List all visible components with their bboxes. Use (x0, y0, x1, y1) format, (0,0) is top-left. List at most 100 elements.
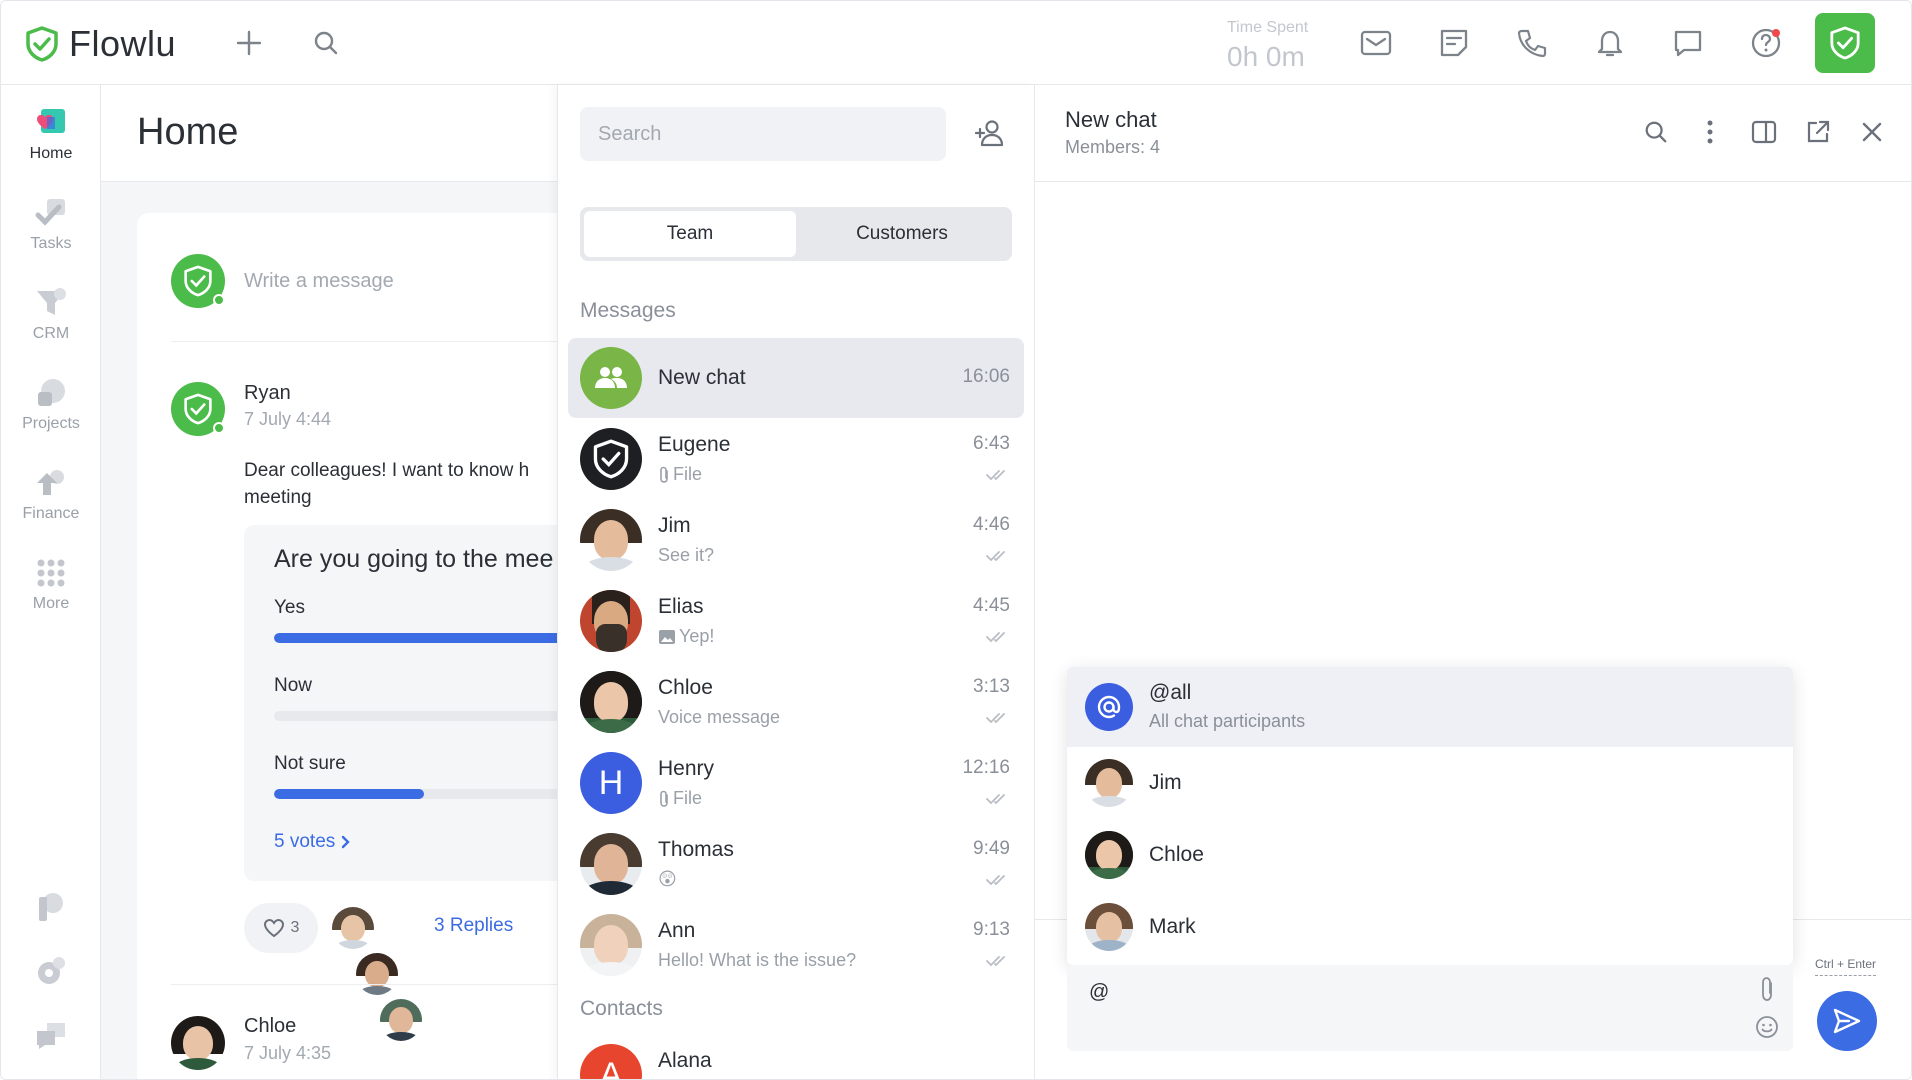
crm-icon (33, 285, 69, 321)
chat-time: 4:45 (973, 595, 1010, 616)
post-author[interactable]: Chloe (244, 1015, 296, 1038)
poll-votes-link[interactable]: 5 votes (274, 831, 351, 853)
conversation-panel: New chat Members: 4 @all All chat partic… (1035, 85, 1911, 1079)
tab-customers[interactable]: Customers (796, 211, 1008, 257)
plus-icon[interactable] (229, 23, 269, 63)
post-author[interactable]: Ryan (244, 382, 291, 405)
double-check-icon (986, 551, 1005, 562)
double-check-icon (986, 956, 1005, 967)
conversation-members[interactable]: Members: 4 (1065, 137, 1160, 158)
poll-bar-fill (274, 633, 584, 643)
chat-preview: Yep! (658, 626, 714, 647)
sidebar-item-tasks[interactable]: Tasks (1, 195, 101, 253)
mention-item-chloe[interactable]: Chloe (1067, 819, 1793, 891)
chat-name: Henry (658, 757, 715, 780)
send-button[interactable] (1817, 991, 1877, 1051)
app-window: Flowlu Time Spent 0h 0m Home Tasks CRM P… (0, 0, 1912, 1080)
mention-item-jim[interactable]: Jim (1067, 747, 1793, 819)
sidebar-item-label: Projects (22, 415, 80, 432)
chat-time: 16:06 (962, 366, 1010, 387)
side-panel-icon[interactable] (1747, 115, 1781, 149)
poll-option[interactable]: Yes (274, 597, 305, 619)
contacts-heading: Contacts (580, 997, 663, 1020)
chat-icon[interactable] (1668, 23, 1708, 63)
online-status-dot (213, 422, 225, 434)
avatar (354, 951, 400, 997)
time-spent[interactable]: Time Spent 0h 0m (1227, 19, 1308, 73)
chat-name: Thomas (658, 838, 734, 861)
tab-team[interactable]: Team (584, 211, 796, 257)
close-icon[interactable] (1855, 115, 1889, 149)
chat-preview-text: Yep! (679, 626, 715, 646)
flowlu-check-button[interactable] (1815, 13, 1875, 73)
chat-search-input[interactable]: Search (580, 107, 946, 161)
send-icon (1833, 1008, 1861, 1034)
send-shortcut-hint[interactable]: Ctrl + Enter (1815, 957, 1877, 976)
sidebar-item-finance[interactable]: Finance (1, 465, 101, 523)
phone-icon[interactable] (1512, 23, 1552, 63)
mention-item-mark[interactable]: Mark (1067, 891, 1793, 963)
feedback-icon[interactable] (33, 1017, 69, 1053)
mention-name: Mark (1149, 915, 1196, 938)
chat-item-eugene[interactable]: Eugene File 6:43 (568, 419, 1024, 499)
like-count: 3 (290, 919, 300, 936)
add-user-icon[interactable] (970, 113, 1010, 153)
mention-item-all[interactable]: @all All chat participants (1067, 667, 1793, 747)
avatar (1085, 759, 1133, 807)
emoji-icon[interactable] (1753, 1013, 1781, 1041)
poll-bar (274, 789, 584, 799)
chat-name: Chloe (658, 676, 713, 699)
sidebar-item-more[interactable]: More (1, 555, 101, 613)
bell-icon[interactable] (1590, 23, 1630, 63)
mail-icon[interactable] (1356, 23, 1396, 63)
avatar (378, 997, 424, 1043)
help-icon[interactable] (1746, 23, 1786, 63)
tasks-icon (33, 195, 69, 231)
sidebar-item-projects[interactable]: Projects (1, 375, 101, 433)
brand-name: Flowlu (69, 23, 177, 64)
write-message-input[interactable]: Write a message (244, 270, 394, 293)
message-input[interactable]: @ (1067, 965, 1793, 1051)
poll-option[interactable]: Now (274, 675, 312, 697)
pin-icon[interactable] (33, 889, 69, 925)
paperclip-icon (660, 466, 668, 483)
settings-icon[interactable] (33, 953, 69, 989)
poll-bar-fill (274, 789, 425, 799)
chevron-right-icon (342, 835, 350, 849)
paperclip-icon[interactable] (1753, 975, 1781, 1003)
chat-item-thomas[interactable]: Thomas 😲 9:49 (568, 824, 1024, 904)
online-status-dot (213, 294, 225, 306)
divider (1035, 181, 1911, 182)
chat-item-elias[interactable]: Elias Yep! 4:45 (568, 581, 1024, 661)
chat-time: 6:43 (973, 433, 1010, 454)
like-button[interactable]: 3 (244, 903, 318, 953)
chat-item-new-chat[interactable]: New chat 16:06 (568, 338, 1024, 418)
sidebar-item-label: CRM (32, 325, 70, 342)
chat-item-chloe[interactable]: Chloe Voice message 3:13 (568, 662, 1024, 742)
poll-option[interactable]: Not sure (274, 753, 346, 775)
logo[interactable]: Flowlu (25, 23, 176, 65)
avatar: A (580, 1044, 642, 1079)
search-icon[interactable] (1639, 115, 1673, 149)
chat-preview-text: 😲 (658, 869, 677, 889)
replies-link[interactable]: 3 Replies (434, 915, 513, 937)
contact-item-alana[interactable]: A Alana (568, 1035, 1024, 1079)
avatar (330, 905, 376, 951)
chat-preview-text: File (673, 788, 703, 808)
time-spent-value: 0h 0m (1227, 41, 1305, 72)
chat-item-jim[interactable]: Jim See it? 4:46 (568, 500, 1024, 580)
chat-item-ann[interactable]: Ann Hello! What is the issue? 9:13 (568, 905, 1024, 985)
notes-icon[interactable] (1434, 23, 1474, 63)
sidebar-item-home[interactable]: Home (1, 105, 101, 163)
avatar (580, 914, 642, 976)
chat-name: Jim (658, 514, 691, 537)
sidebar-item-crm[interactable]: CRM (1, 285, 101, 343)
page-title: Home (137, 111, 239, 153)
mention-subtitle: All chat participants (1149, 711, 1306, 731)
chat-item-henry[interactable]: H Henry File 12:16 (568, 743, 1024, 823)
more-vertical-icon[interactable] (1693, 115, 1727, 149)
open-external-icon[interactable] (1801, 115, 1835, 149)
avatar (171, 254, 225, 308)
finance-icon (33, 465, 69, 501)
search-icon[interactable] (306, 23, 346, 63)
